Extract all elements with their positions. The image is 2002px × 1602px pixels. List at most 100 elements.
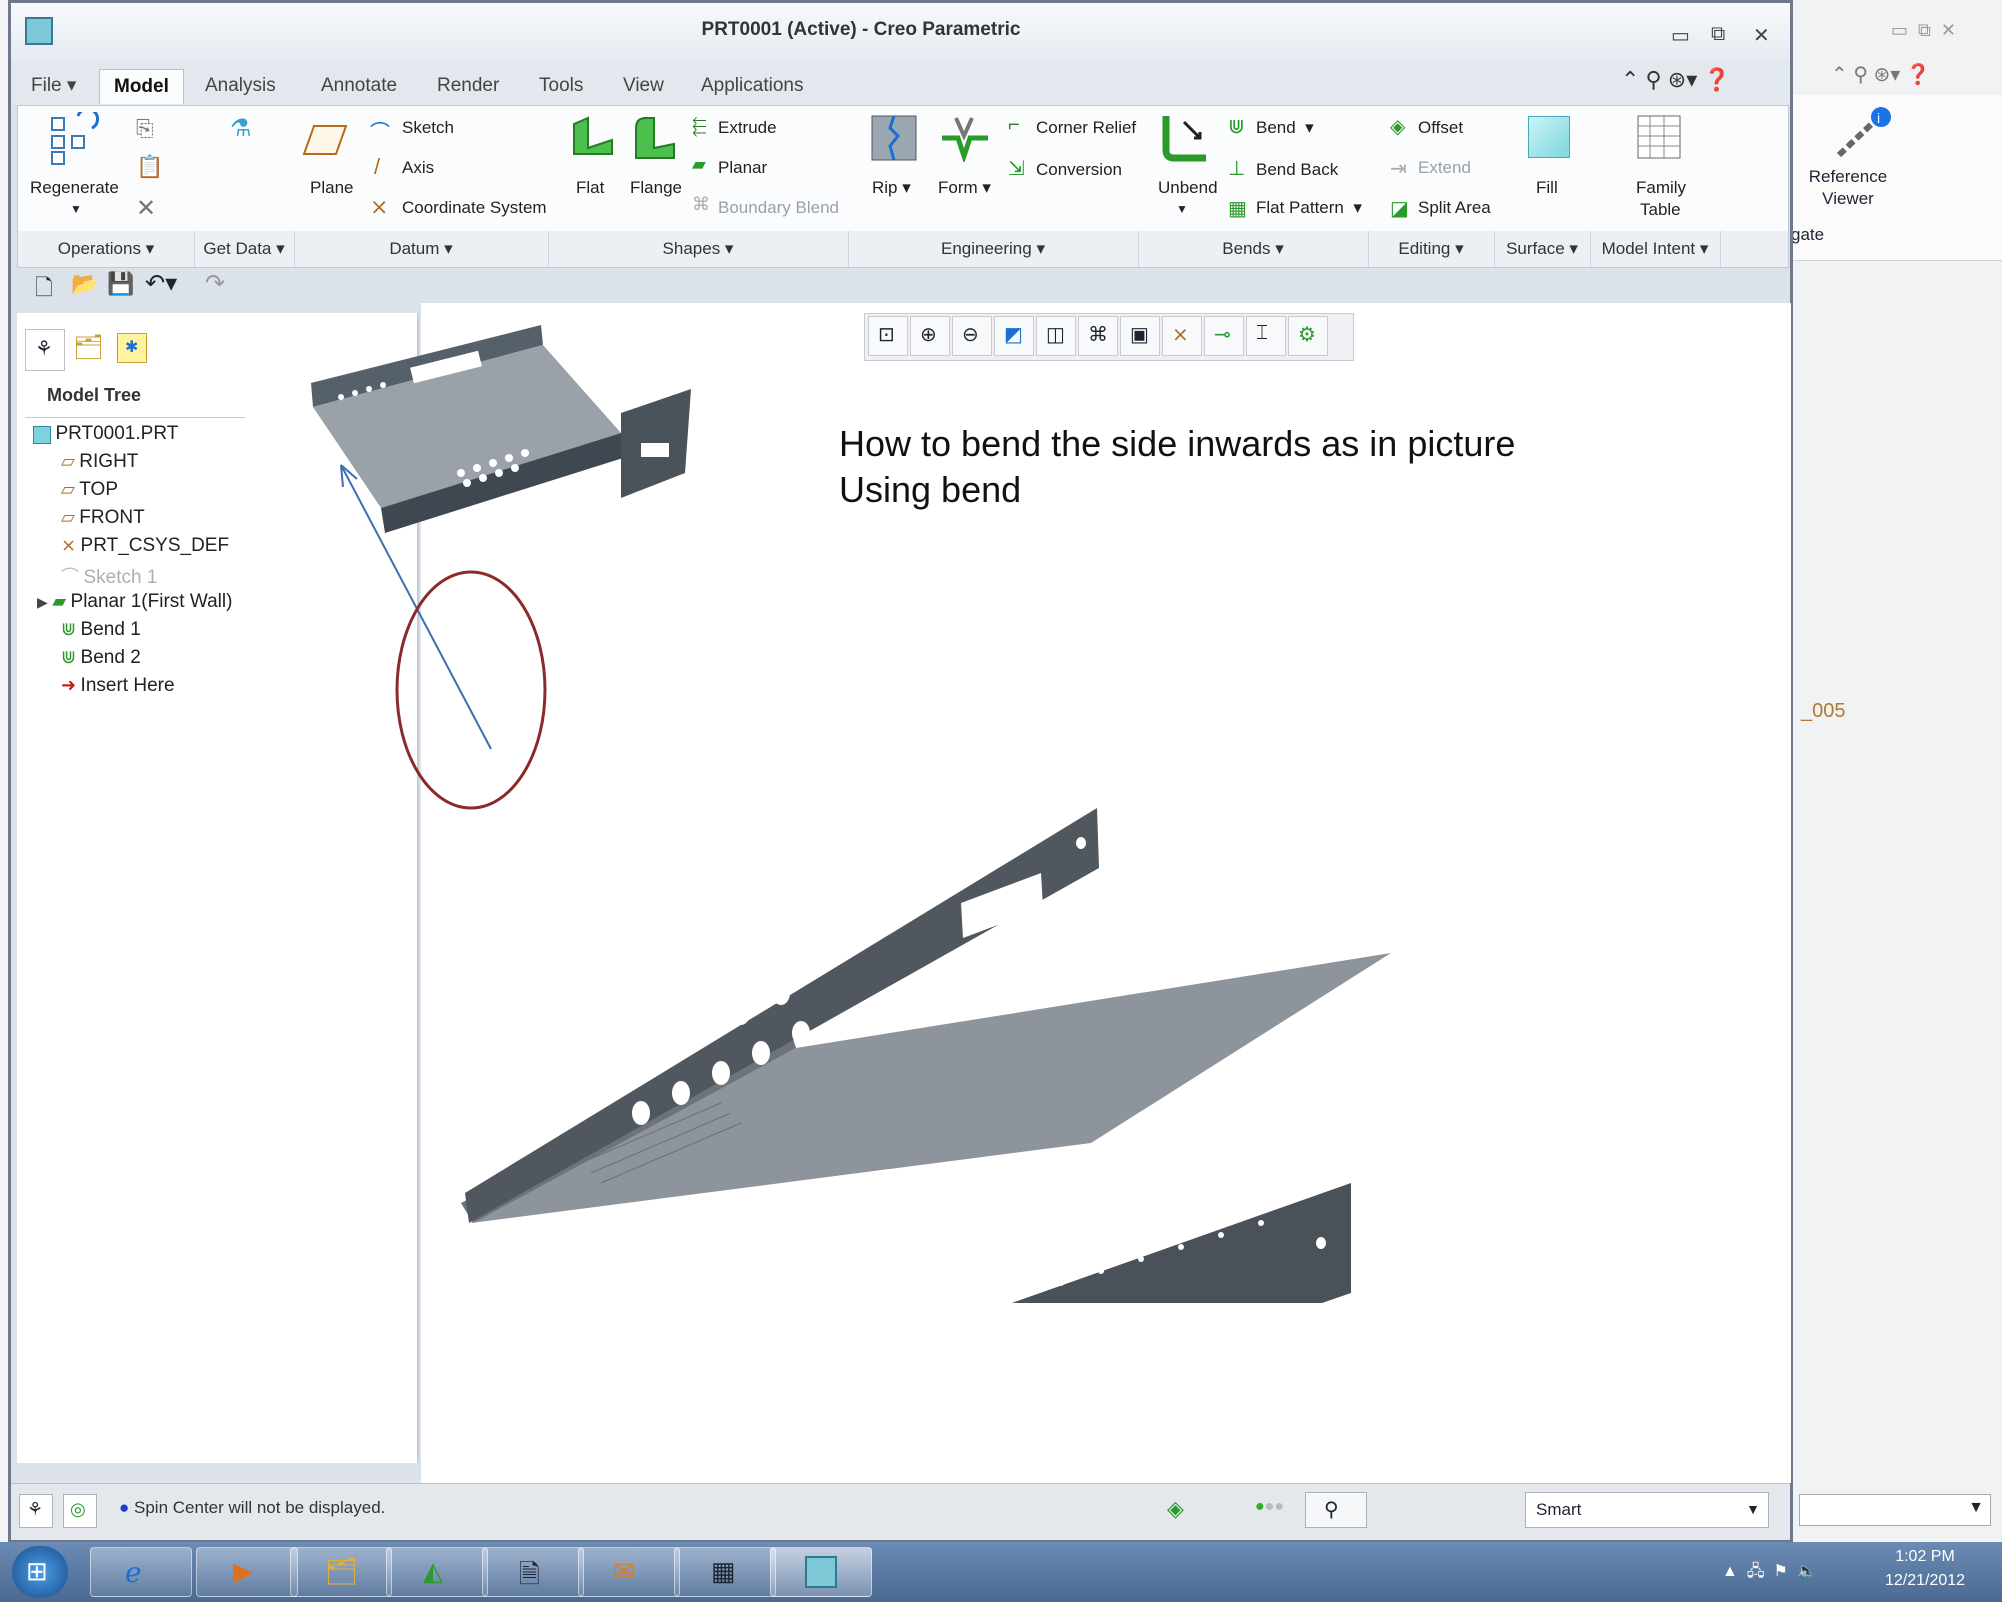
- help-toolbar[interactable]: ⌃ ⚲ ⊛▾ ❓: [1621, 67, 1731, 93]
- find-icon[interactable]: ⚲: [1305, 1492, 1367, 1528]
- tab-analysis[interactable]: Analysis: [191, 69, 290, 103]
- corner-relief-icon[interactable]: ⌐: [1008, 114, 1020, 137]
- viewer-label[interactable]: Viewer: [1793, 189, 1903, 209]
- tab-view[interactable]: View: [609, 69, 678, 103]
- extrude-label[interactable]: Extrude: [718, 118, 777, 138]
- maximize-icon[interactable]: ⧉: [1711, 23, 1725, 46]
- folder-browser-icon[interactable]: 🗂: [73, 333, 103, 362]
- group-shapes[interactable]: Shapes ▾: [548, 231, 849, 267]
- bg-help-icons[interactable]: ⌃ ⚲ ⊛▾ ❓: [1831, 62, 1931, 87]
- group-datum[interactable]: Datum ▾: [294, 231, 549, 267]
- coordinate-system-icon[interactable]: ⨯: [370, 194, 388, 220]
- boundary-blend-icon[interactable]: ⌘: [692, 194, 710, 215]
- unbend-label[interactable]: Unbend: [1158, 178, 1218, 198]
- tree-item-bend-1[interactable]: ⋓ Bend 1: [61, 619, 141, 641]
- bend-label[interactable]: Bend ▾: [1256, 118, 1314, 138]
- reference-viewer-icon[interactable]: i: [1831, 105, 1891, 165]
- tree-item-part[interactable]: PRT0001.PRT: [33, 423, 178, 445]
- offset-icon[interactable]: ◈: [1390, 114, 1405, 139]
- taskbar-ie[interactable]: ℯ: [90, 1547, 192, 1597]
- flange-label[interactable]: Flange: [630, 178, 682, 198]
- datum-points-display-icon[interactable]: ⌶: [1246, 316, 1286, 356]
- flat-wall-icon[interactable]: [566, 114, 616, 164]
- taskbar-app[interactable]: ◭: [386, 1547, 488, 1597]
- chevron-down-icon[interactable]: ▼: [70, 202, 82, 216]
- graphics-window[interactable]: ⊡ ⊕ ⊖ ◩ ◫ ⌘ ▣ ⨯ ⊸ ⌶ ⚙ How to bend the si…: [311, 303, 1791, 1483]
- fill-icon[interactable]: [1528, 116, 1570, 158]
- csys-display-icon[interactable]: ⚙: [1288, 316, 1328, 356]
- extrude-icon[interactable]: ⬱: [692, 116, 707, 137]
- tab-file[interactable]: File ▾: [17, 69, 90, 103]
- group-editing[interactable]: Editing ▾: [1368, 231, 1495, 267]
- bend-icon[interactable]: ⋓: [1228, 114, 1245, 139]
- tree-item-csys[interactable]: ⨯ PRT_CSYS_DEF: [61, 535, 229, 557]
- zoom-in-icon[interactable]: ⊕: [910, 316, 950, 356]
- bg-dropdown[interactable]: ▼: [1799, 1494, 1991, 1526]
- family-table-icon[interactable]: [1636, 114, 1682, 160]
- bend-back-icon[interactable]: ⊥: [1228, 156, 1245, 181]
- coordinate-system-label[interactable]: Coordinate System: [402, 198, 547, 218]
- close-icon[interactable]: ✕: [1753, 23, 1770, 48]
- taskbar-mail[interactable]: ✉: [578, 1547, 680, 1597]
- tray-icons[interactable]: ▲ 🖧 ⚑ 🔈: [1722, 1560, 1817, 1587]
- flat-pattern-label[interactable]: Flat Pattern ▾: [1256, 198, 1362, 218]
- tree-item-planar[interactable]: ▶ ▰ Planar 1(First Wall): [37, 591, 232, 613]
- tree-item-front[interactable]: ▱ FRONT: [61, 507, 145, 529]
- split-area-icon[interactable]: ◪: [1390, 196, 1409, 221]
- extend-label[interactable]: Extend: [1418, 158, 1471, 178]
- start-button[interactable]: ⊞: [12, 1546, 68, 1598]
- form-label[interactable]: Form ▾: [938, 178, 991, 198]
- redo-icon[interactable]: ↷: [205, 269, 225, 298]
- group-engineering[interactable]: Engineering ▾: [848, 231, 1139, 267]
- bg-window-controls[interactable]: ▭ ⧉ ✕: [1891, 20, 1956, 41]
- sketch-label[interactable]: Sketch: [402, 118, 454, 138]
- sketch-icon[interactable]: ⌒: [370, 116, 390, 145]
- rip-label[interactable]: Rip ▾: [872, 178, 911, 198]
- group-get-data[interactable]: Get Data ▾: [194, 231, 295, 267]
- taskbar-media[interactable]: ▶: [196, 1547, 298, 1597]
- zoom-out-icon[interactable]: ⊖: [952, 316, 992, 356]
- reference-label[interactable]: Reference: [1793, 167, 1903, 187]
- axis-label[interactable]: Axis: [402, 158, 434, 178]
- open-folder-icon[interactable]: 📂: [71, 271, 98, 297]
- taskbar-explorer[interactable]: 🗂: [290, 1547, 392, 1597]
- tab-applications[interactable]: Applications: [687, 69, 817, 103]
- clock-date[interactable]: 12/21/2012: [1870, 1572, 1980, 1590]
- favorites-icon[interactable]: ✱: [117, 333, 147, 363]
- group-surface[interactable]: Surface ▾: [1494, 231, 1591, 267]
- form-icon[interactable]: [938, 112, 992, 162]
- tree-item-insert-here[interactable]: ➜ Insert Here: [61, 675, 175, 697]
- save-icon[interactable]: 💾: [107, 271, 134, 297]
- flat-pattern-icon[interactable]: ▦: [1228, 196, 1247, 221]
- bend-back-label[interactable]: Bend Back: [1256, 160, 1338, 180]
- table-label[interactable]: Table: [1640, 200, 1681, 220]
- regenerate-icon[interactable]: [48, 112, 108, 166]
- taskbar-pdf[interactable]: 🗎: [482, 1547, 584, 1597]
- extend-icon[interactable]: ⇥: [1390, 156, 1407, 181]
- planar-icon[interactable]: ▰: [692, 154, 706, 175]
- selection-filter[interactable]: Smart ▼: [1525, 1492, 1769, 1528]
- group-bends[interactable]: Bends ▾: [1138, 231, 1369, 267]
- minimize-icon[interactable]: ▭: [1671, 23, 1690, 48]
- undo-icon[interactable]: ↶▾: [145, 269, 177, 298]
- plane-label[interactable]: Plane: [310, 178, 353, 198]
- paste-icon[interactable]: 📋: [136, 154, 163, 180]
- repaint-icon[interactable]: ◩: [994, 316, 1034, 356]
- regen-status-icon[interactable]: ◈: [1167, 1496, 1184, 1522]
- tab-annotate[interactable]: Annotate: [307, 69, 411, 103]
- conversion-icon[interactable]: ⇲: [1008, 156, 1025, 181]
- chevron-down-icon[interactable]: ▼: [1746, 1501, 1760, 1517]
- refit-icon[interactable]: ⊡: [868, 316, 908, 356]
- model-tree-tab-icon[interactable]: ⚘: [25, 329, 65, 371]
- tab-render[interactable]: Render: [423, 69, 513, 103]
- plane-icon[interactable]: [302, 122, 350, 158]
- rip-icon[interactable]: [870, 114, 918, 162]
- planar-label[interactable]: Planar: [718, 158, 767, 178]
- copy-icon[interactable]: ⎘: [136, 116, 154, 142]
- family-label[interactable]: Family: [1636, 178, 1686, 198]
- axis-icon[interactable]: /: [374, 154, 380, 180]
- expand-arrow-icon[interactable]: ▶: [37, 594, 48, 610]
- clock-time[interactable]: 1:02 PM: [1870, 1548, 1980, 1566]
- tab-model[interactable]: Model: [99, 69, 184, 104]
- tree-item-right[interactable]: ▱ RIGHT: [61, 451, 138, 473]
